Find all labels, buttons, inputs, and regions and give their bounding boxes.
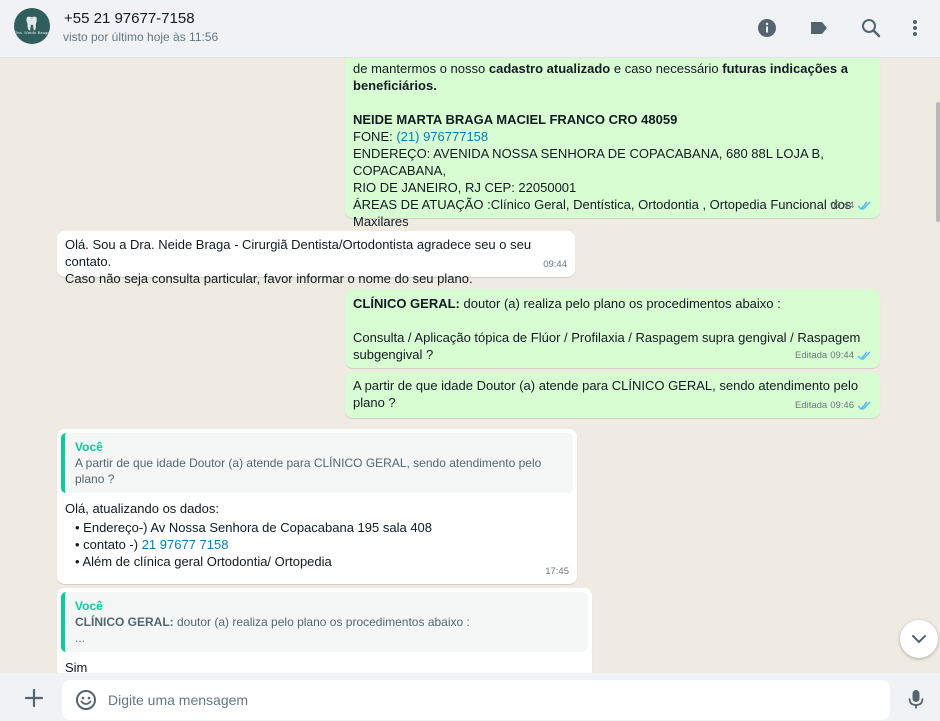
contact-name[interactable]: +55 21 97677-7158: [64, 10, 195, 27]
message-outgoing[interactable]: A partir de que idade Doutor (a) atende …: [345, 372, 880, 418]
contact-avatar[interactable]: 🦷 Dra. Neide Braga: [14, 8, 50, 44]
quote-author: Você: [75, 599, 103, 613]
message-text: A partir de que idade Doutor (a) atende …: [353, 378, 859, 393]
message-text: Caso não seja consulta particular, favor…: [65, 271, 473, 286]
message-incoming[interactable]: Olá. Sou a Dra. Neide Braga - Cirurgiã D…: [57, 231, 575, 286]
message-composer: [62, 680, 890, 720]
message-text: subgengival ?: [353, 347, 434, 362]
message-input[interactable]: [108, 680, 878, 720]
message-meta: 17:45: [545, 563, 569, 580]
message-bold-text: beneficiários.: [353, 78, 437, 93]
tooth-icon: 🦷: [23, 16, 41, 31]
message-time: 17:45: [545, 566, 569, 577]
attach-plus-icon[interactable]: [22, 686, 46, 710]
message-bold-text: futuras indicações a: [722, 61, 848, 76]
message-bold-text: CLÍNICO GERAL:: [353, 296, 460, 311]
message-time: 09:44: [543, 259, 567, 270]
quote-text: doutor (a) realiza pelo plano os procedi…: [173, 615, 470, 629]
dentist-name: NEIDE MARTA BRAGA MACIEL FRANCO CRO 4805…: [353, 112, 678, 127]
message-incoming[interactable]: Você A partir de que idade Doutor (a) at…: [57, 429, 577, 584]
read-ticks-icon: [857, 201, 871, 210]
composer-bar: [0, 673, 940, 721]
phone-link[interactable]: (21) 976777158: [396, 129, 488, 144]
chat-header: 🦷 Dra. Neide Braga +55 21 97677-7158 vis…: [0, 0, 940, 58]
message-text: Sim: [65, 660, 88, 673]
list-item: contato -): [83, 537, 142, 552]
message-time: 09:44: [830, 200, 854, 211]
message-meta: Editada 09:44: [795, 347, 872, 364]
message-text: doutor (a) realiza pelo plano os procedi…: [459, 296, 781, 311]
emoji-icon[interactable]: [74, 688, 98, 712]
quote-author: Você: [75, 440, 103, 454]
read-ticks-icon: [857, 351, 871, 360]
message-meta: Editada 09:46: [795, 397, 872, 414]
message-incoming[interactable]: Você CLÍNICO GERAL: doutor (a) realiza p…: [57, 588, 592, 673]
list-item: Além de clínica geral Ortodontia/ Ortope…: [82, 554, 332, 569]
message-time: 09:44: [830, 350, 854, 361]
quote-more: ...: [75, 631, 86, 645]
edited-label: Editada: [794, 350, 828, 361]
message-text: e caso necessário: [610, 61, 723, 76]
scrollbar-thumb[interactable]: [936, 102, 940, 222]
quoted-message[interactable]: Você CLÍNICO GERAL: doutor (a) realiza p…: [61, 592, 588, 652]
info-icon[interactable]: [755, 16, 779, 40]
message-meta: 09:44: [543, 256, 567, 273]
message-text: Olá. Sou a Dra. Neide Braga - Cirurgiã D…: [65, 237, 532, 269]
phone-link[interactable]: 21 97677 7158: [142, 537, 229, 552]
message-meta: 09:44: [830, 197, 872, 214]
contact-last-seen: visto por último hoje às 11:56: [63, 30, 219, 44]
address-line: RIO DE JANEIRO, RJ CEP: 22050001: [353, 180, 577, 195]
address-line: ENDEREÇO: AVENIDA NOSSA SENHORA DE COPAC…: [353, 146, 824, 178]
scroll-to-bottom-button[interactable]: [900, 620, 938, 658]
menu-dots-icon[interactable]: [903, 16, 927, 40]
search-icon[interactable]: [859, 16, 883, 40]
quote-text: A partir de que idade Doutor (a) atende …: [75, 456, 542, 486]
microphone-icon[interactable]: [904, 687, 928, 711]
message-bold-text: cadastro atualizado: [488, 61, 611, 76]
label-icon[interactable]: [807, 16, 831, 40]
areas-line: Maxilares: [353, 214, 409, 229]
read-ticks-icon: [857, 401, 871, 410]
fone-label: FONE:: [353, 129, 397, 144]
quote-bold-text: CLÍNICO GERAL:: [75, 615, 174, 629]
chevron-down-icon: [912, 635, 926, 644]
quoted-message[interactable]: Você A partir de que idade Doutor (a) at…: [61, 433, 573, 493]
message-text: Olá, atualizando os dados:: [65, 501, 219, 516]
message-text: plano ?: [353, 395, 396, 410]
list-item: Endereço-) Av Nossa Senhora de Copacaban…: [83, 520, 433, 535]
edited-label: Editada: [794, 400, 828, 411]
message-list[interactable]: de mantermos o nosso cadastro atualizado…: [0, 58, 940, 673]
message-text: Consulta / Aplicação tópica de Flúor / P…: [353, 330, 861, 345]
message-text: de mantermos o nosso: [353, 61, 489, 76]
message-outgoing[interactable]: CLÍNICO GERAL: doutor (a) realiza pelo p…: [345, 289, 880, 368]
message-outgoing[interactable]: de mantermos o nosso cadastro atualizado…: [345, 58, 880, 229]
areas-line: ÁREAS DE ATUAÇÃO :Clínico Geral, Dentíst…: [353, 197, 852, 212]
avatar-brand-text: Dra. Neide Braga: [14, 30, 50, 35]
message-time: 09:46: [830, 400, 854, 411]
